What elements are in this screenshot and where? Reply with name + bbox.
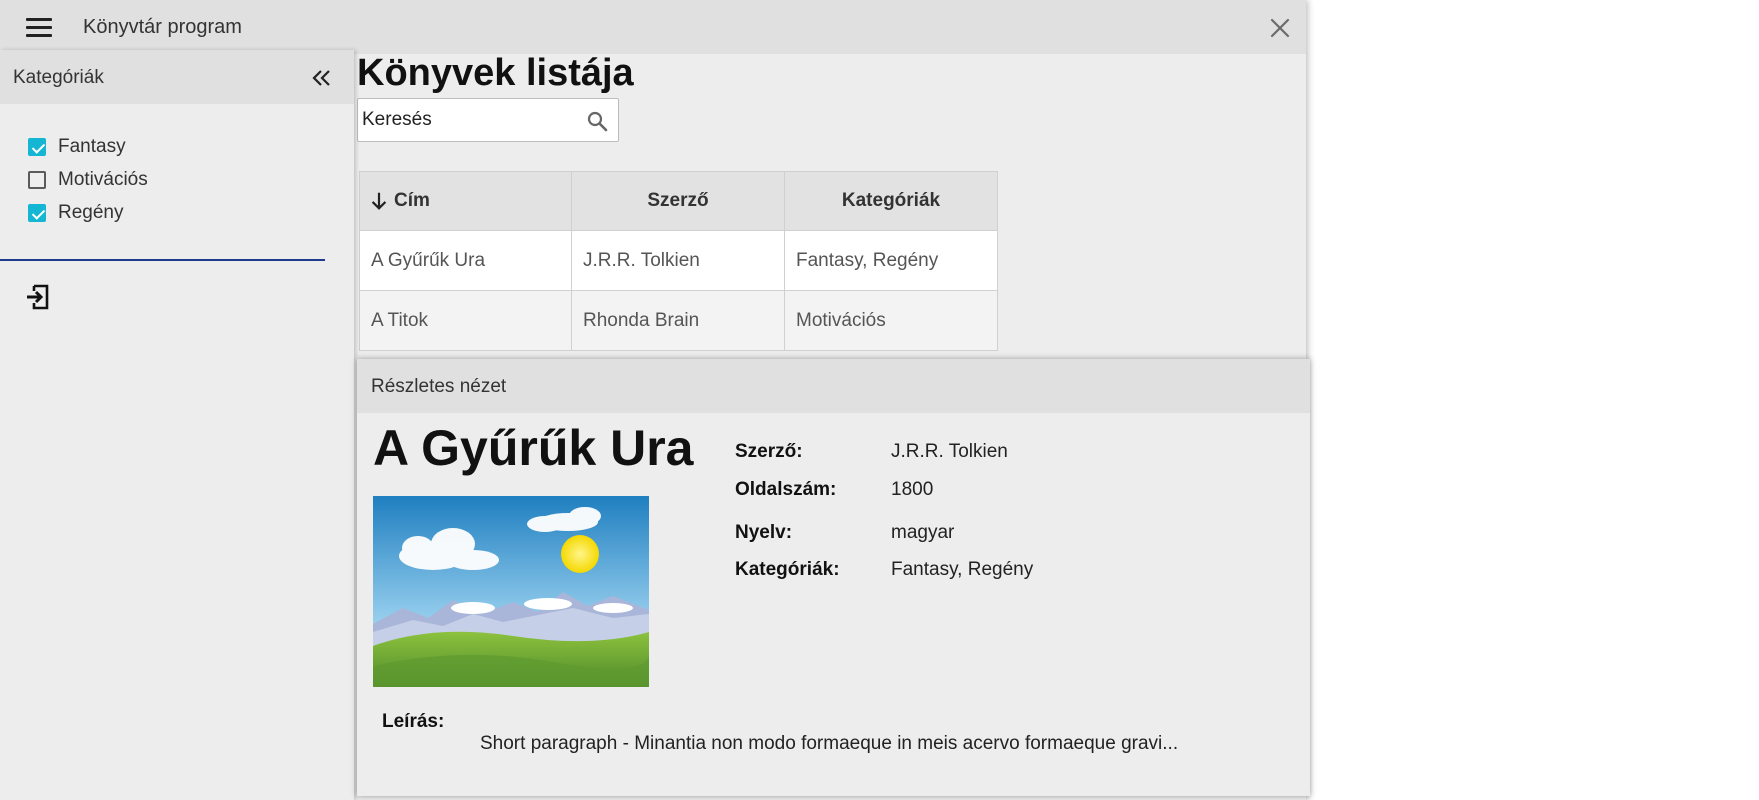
column-header-author[interactable]: Szerző [572, 171, 785, 231]
prop-value-language: magyar [891, 522, 955, 543]
category-label: Fantasy [58, 135, 126, 157]
category-item-motivacios[interactable]: Motivációs [28, 163, 148, 196]
category-label: Regény [58, 201, 124, 223]
book-table: Cím Szerző Kategóriák A Gyűrűk Ura J.R.R… [359, 171, 998, 351]
prop-label-categories: Kategóriák: [735, 559, 840, 580]
hamburger-menu-icon[interactable] [26, 18, 52, 38]
table-cell: Motivációs [785, 291, 998, 351]
column-header-label: Szerző [647, 190, 709, 211]
table-header-row: Cím Szerző Kategóriák [359, 171, 998, 231]
table-cell: Rhonda Brain [572, 291, 785, 351]
sidebar-divider [0, 259, 325, 261]
checkbox[interactable] [28, 203, 46, 222]
book-cover-image [373, 496, 649, 687]
prop-label-language: Nyelv: [735, 522, 793, 543]
app-title: Könyvtár program [83, 16, 242, 38]
title-bar: Könyvtár program [0, 0, 1306, 54]
page-title: Könyvek listája [357, 52, 634, 94]
category-sidebar: Kategóriák Fantasy Motivációs Regény [0, 50, 354, 800]
search-box [357, 98, 619, 142]
table-cell: J.R.R. Tolkien [572, 231, 785, 291]
sidebar-header: Kategóriák [0, 50, 354, 104]
column-header-categories[interactable]: Kategóriák [785, 171, 998, 231]
search-icon[interactable] [585, 109, 609, 133]
detail-header-title: Részletes nézet [371, 376, 507, 397]
description-text: Short paragraph - Minantia non modo form… [480, 733, 1179, 754]
detail-header: Részletes nézet [357, 359, 1310, 413]
description-label: Leírás: [382, 711, 445, 732]
checkbox[interactable] [28, 170, 46, 189]
table-cell: A Titok [359, 291, 572, 351]
column-header-label: Kategóriák [841, 190, 941, 211]
detail-panel: Részletes nézet A Gyűrűk Ura Szerző: J.R… [357, 359, 1310, 796]
double-chevron-left-icon[interactable] [310, 66, 334, 90]
prop-label-author: Szerző: [735, 441, 803, 462]
arrow-down-icon [371, 192, 387, 210]
prop-label-pages: Oldalszám: [735, 479, 837, 500]
sidebar-title: Kategóriák [13, 67, 104, 88]
category-label: Motivációs [58, 168, 148, 190]
table-cell: Fantasy, Regény [785, 231, 998, 291]
table-row[interactable]: A Gyűrűk Ura J.R.R. Tolkien Fantasy, Reg… [359, 231, 998, 291]
column-header-label: Cím [394, 190, 430, 211]
table-cell: A Gyűrűk Ura [359, 231, 572, 291]
login-icon[interactable] [26, 283, 52, 311]
prop-value-author: J.R.R. Tolkien [891, 441, 1008, 462]
category-item-regeny[interactable]: Regény [28, 196, 148, 229]
category-list: Fantasy Motivációs Regény [28, 130, 148, 229]
prop-value-pages: 1800 [891, 479, 934, 500]
close-icon[interactable] [1268, 16, 1292, 40]
checkbox[interactable] [28, 137, 46, 156]
category-item-fantasy[interactable]: Fantasy [28, 130, 148, 163]
column-header-title[interactable]: Cím [359, 171, 572, 231]
search-input[interactable] [362, 107, 572, 133]
table-row[interactable]: A Titok Rhonda Brain Motivációs [359, 291, 998, 351]
book-title: A Gyűrűk Ura [373, 420, 694, 476]
prop-value-categories: Fantasy, Regény [891, 559, 1034, 580]
